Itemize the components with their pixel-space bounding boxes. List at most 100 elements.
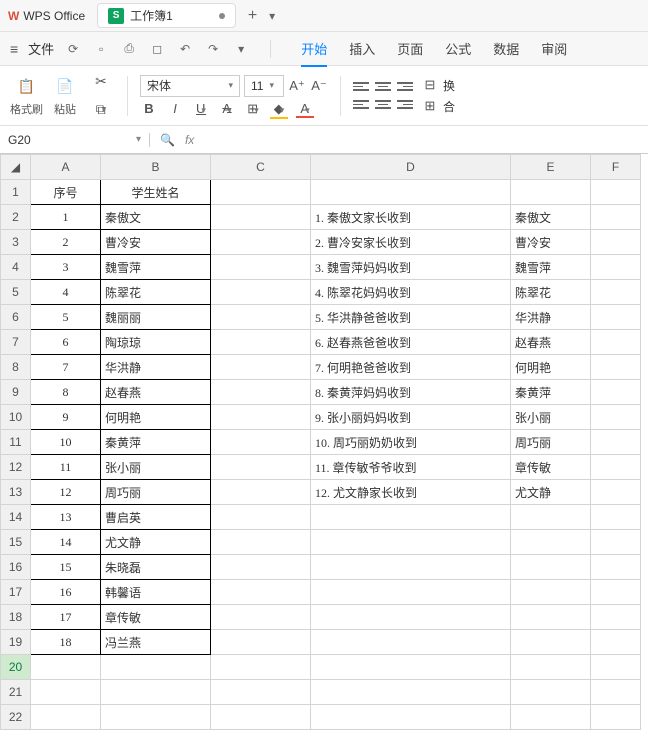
cell[interactable] (591, 180, 641, 205)
tab-review[interactable]: 审阅 (541, 39, 567, 58)
cell[interactable] (211, 255, 311, 280)
row-header[interactable]: 21 (1, 680, 31, 705)
cell[interactable]: 学生姓名 (101, 180, 211, 205)
cell[interactable]: 曹冷安 (511, 230, 591, 255)
row-header[interactable]: 6 (1, 305, 31, 330)
tab-formula[interactable]: 公式 (445, 39, 471, 58)
cell[interactable]: 18 (31, 630, 101, 655)
cell[interactable] (511, 605, 591, 630)
col-header-E[interactable]: E (511, 155, 591, 180)
cell[interactable]: 秦傲文 (101, 205, 211, 230)
cell[interactable]: 7 (31, 355, 101, 380)
cell[interactable]: 5. 华洪静爸爸收到 (311, 305, 511, 330)
cell[interactable] (591, 255, 641, 280)
redo-icon[interactable]: ↷ (204, 40, 222, 58)
align-top-icon[interactable] (353, 80, 369, 94)
cell[interactable]: 7. 何明艳爸爸收到 (311, 355, 511, 380)
row-header[interactable]: 16 (1, 555, 31, 580)
col-header-A[interactable]: A (31, 155, 101, 180)
cell[interactable] (311, 630, 511, 655)
italic-button[interactable]: I (166, 101, 184, 116)
cell[interactable]: 曹启英 (101, 505, 211, 530)
row-header[interactable]: 3 (1, 230, 31, 255)
cell[interactable] (511, 705, 591, 730)
font-size-select[interactable]: 11▾ (244, 75, 284, 97)
cell[interactable]: 2. 曹冷安家长收到 (311, 230, 511, 255)
cell[interactable] (591, 205, 641, 230)
cell[interactable] (211, 705, 311, 730)
tab-page[interactable]: 页面 (397, 39, 423, 58)
cell[interactable] (211, 480, 311, 505)
cell[interactable]: 魏雪萍 (101, 255, 211, 280)
cell[interactable]: 朱晓磊 (101, 555, 211, 580)
cell[interactable]: 尤文静 (511, 480, 591, 505)
cell[interactable]: 周巧丽 (511, 430, 591, 455)
row-header[interactable]: 2 (1, 205, 31, 230)
cell[interactable]: 序号 (31, 180, 101, 205)
cell[interactable] (591, 230, 641, 255)
cell[interactable] (311, 530, 511, 555)
cell[interactable]: 章传敏 (101, 605, 211, 630)
cell[interactable] (511, 555, 591, 580)
cell[interactable] (311, 655, 511, 680)
row-header[interactable]: 1 (1, 180, 31, 205)
cell[interactable] (591, 330, 641, 355)
cell[interactable]: 9. 张小丽妈妈收到 (311, 405, 511, 430)
cell[interactable] (311, 555, 511, 580)
tab-start[interactable]: 开始 (301, 39, 327, 58)
search-icon[interactable]: 🔍 (160, 133, 175, 147)
cell[interactable]: 6. 赵春燕爸爸收到 (311, 330, 511, 355)
cell[interactable]: 秦黄萍 (511, 380, 591, 405)
cell[interactable]: 10. 周巧丽奶奶收到 (311, 430, 511, 455)
cell[interactable] (311, 580, 511, 605)
cell[interactable] (211, 655, 311, 680)
strike-button[interactable]: A▾ (218, 101, 236, 116)
row-header[interactable]: 7 (1, 330, 31, 355)
font-color-button[interactable]: A▾ (296, 101, 314, 116)
row-header[interactable]: 18 (1, 605, 31, 630)
cell[interactable]: 冯兰燕 (101, 630, 211, 655)
cell[interactable]: 14 (31, 530, 101, 555)
format-brush-icon[interactable]: 📋 (13, 75, 41, 99)
spreadsheet-grid[interactable]: ◢ A B C D E F 1序号学生姓名21秦傲文1. 秦傲文家长收到秦傲文3… (0, 154, 648, 742)
tab-data[interactable]: 数据 (493, 39, 519, 58)
print-icon[interactable]: ⎙ (120, 40, 138, 58)
new-tab-button[interactable]: + (248, 7, 257, 25)
cell[interactable]: 华洪静 (101, 355, 211, 380)
cell[interactable]: 11. 章传敏爷爷收到 (311, 455, 511, 480)
cell[interactable] (101, 655, 211, 680)
cell[interactable]: 6 (31, 330, 101, 355)
formula-input[interactable] (204, 126, 648, 153)
cell[interactable]: 魏丽丽 (101, 305, 211, 330)
cell[interactable]: 10 (31, 430, 101, 455)
cell[interactable]: 何明艳 (101, 405, 211, 430)
cell[interactable] (511, 530, 591, 555)
cell[interactable] (211, 555, 311, 580)
borders-button[interactable]: ⊞▾ (244, 101, 262, 117)
cell[interactable]: 张小丽 (511, 405, 591, 430)
cell[interactable] (311, 605, 511, 630)
cell[interactable] (211, 605, 311, 630)
cell[interactable] (211, 430, 311, 455)
cut-icon[interactable]: ✂ (87, 70, 115, 94)
cell[interactable] (31, 680, 101, 705)
cell[interactable]: 秦傲文 (511, 205, 591, 230)
cell[interactable]: 12. 尤文静家长收到 (311, 480, 511, 505)
cell[interactable]: 赵春燕 (101, 380, 211, 405)
cell[interactable] (211, 280, 311, 305)
cell[interactable] (591, 605, 641, 630)
cell[interactable] (511, 505, 591, 530)
paste-icon[interactable]: 📄 (51, 75, 79, 99)
cell[interactable]: 8. 秦黄萍妈妈收到 (311, 380, 511, 405)
cell[interactable]: 秦黄萍 (101, 430, 211, 455)
cell[interactable]: 4 (31, 280, 101, 305)
cell[interactable] (211, 405, 311, 430)
cell[interactable] (211, 680, 311, 705)
cell[interactable] (511, 655, 591, 680)
hamburger-icon[interactable]: ≡ (10, 41, 18, 57)
cell[interactable]: 魏雪萍 (511, 255, 591, 280)
sync-icon[interactable]: ⟳ (64, 40, 82, 58)
row-header[interactable]: 5 (1, 280, 31, 305)
cell[interactable] (211, 580, 311, 605)
cell[interactable] (511, 680, 591, 705)
